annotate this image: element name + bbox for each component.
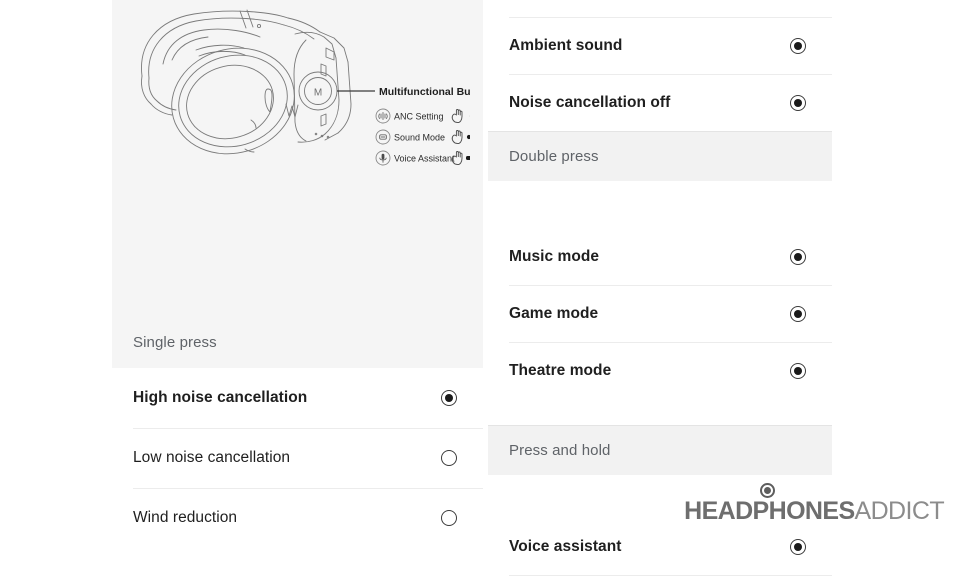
callout-label: Multifunctional Button (379, 86, 470, 98)
hand-tap-icon (452, 110, 462, 123)
radio-button-ambient-sound[interactable] (790, 38, 806, 54)
left-column: M Multifunctional Button ANC Setting (112, 0, 483, 540)
spacer-after-double-press (488, 181, 832, 229)
multifunction-button-glyph: M (314, 88, 322, 99)
legend-row-voice-assistant: Voice Assistant (376, 151, 470, 165)
radio-wrap[interactable] (785, 38, 811, 54)
radio-button-voice-assistant[interactable] (790, 539, 806, 555)
watermark-light-text: ADDICT (855, 499, 944, 524)
radio-button-theatre-mode[interactable] (790, 363, 806, 379)
radio-button-wind-reduction[interactable] (441, 510, 457, 526)
watermark-strong-text: HEADPHONES (684, 499, 854, 524)
radio-button-high-noise-cancellation[interactable] (441, 390, 457, 406)
right-column: Ambient sound Noise cancellation off Dou… (488, 0, 832, 540)
legend-label-sound-mode: Sound Mode (394, 133, 445, 143)
radio-wrap[interactable] (785, 539, 811, 555)
radio-wrap[interactable] (436, 510, 462, 526)
radio-button-game-mode[interactable] (790, 306, 806, 322)
option-label: Noise cancellation off (509, 94, 785, 112)
list-item-game-mode[interactable]: Game mode (488, 286, 832, 342)
gesture-indicator-double-tap (467, 135, 470, 139)
section-header-single-press: Single press (112, 316, 483, 368)
gesture-indicator-press-hold (466, 156, 470, 160)
legend-row-sound-mode: Sound Mode (376, 130, 470, 144)
section-header-press-and-hold: Press and hold (488, 425, 832, 475)
headphone-diagram-panel: M Multifunctional Button ANC Setting (112, 0, 483, 368)
headphone-illustration: M Multifunctional Button ANC Setting (120, 4, 470, 174)
option-label: High noise cancellation (133, 389, 436, 407)
list-item-high-noise-cancellation[interactable]: High noise cancellation (112, 368, 483, 428)
option-label: Ambient sound (509, 37, 785, 55)
hand-tap-icon (452, 131, 462, 144)
option-label: Game mode (509, 305, 785, 323)
option-label: Voice assistant (509, 538, 785, 556)
legend-label-voice-assistant: Voice Assistant (394, 154, 455, 164)
option-label: Music mode (509, 248, 785, 266)
list-item-theatre-mode[interactable]: Theatre mode (488, 343, 832, 399)
section-header-double-press: Double press (488, 131, 832, 181)
section-header-double-press-label: Double press (509, 148, 599, 165)
spacer-before-press-hold (488, 399, 832, 425)
radio-wrap[interactable] (785, 249, 811, 265)
radio-wrap[interactable] (436, 390, 462, 406)
list-item-music-mode[interactable]: Music mode (488, 229, 832, 285)
list-item-voice-assistant[interactable]: Voice assistant (488, 519, 832, 575)
list-item-ambient-sound[interactable]: Ambient sound (488, 18, 832, 74)
option-label: Theatre mode (509, 362, 785, 380)
watermark-headphonesaddict: HEADPHONES ADDICT (684, 499, 944, 524)
list-item-noise-cancellation-off[interactable]: Noise cancellation off (488, 75, 832, 131)
list-item-wind-reduction[interactable]: Wind reduction (112, 488, 483, 548)
section-header-single-press-label: Single press (112, 334, 217, 351)
radio-button-music-mode[interactable] (790, 249, 806, 265)
top-spacer (488, 0, 832, 17)
section-header-press-and-hold-label: Press and hold (509, 442, 610, 459)
single-press-options-list: High noise cancellation Low noise cancel… (112, 368, 483, 548)
radio-wrap[interactable] (785, 95, 811, 111)
radio-wrap[interactable] (785, 306, 811, 322)
list-item-low-noise-cancellation[interactable]: Low noise cancellation (112, 428, 483, 488)
option-label: Low noise cancellation (133, 449, 436, 467)
radio-button-low-noise-cancellation[interactable] (441, 450, 457, 466)
option-label: Wind reduction (133, 509, 436, 527)
radio-wrap[interactable] (785, 363, 811, 379)
legend-row-anc-setting: ANC Setting (376, 109, 470, 123)
radio-button-noise-cancellation-off[interactable] (790, 95, 806, 111)
radio-wrap[interactable] (436, 450, 462, 466)
legend-label-anc-setting: ANC Setting (394, 112, 444, 122)
